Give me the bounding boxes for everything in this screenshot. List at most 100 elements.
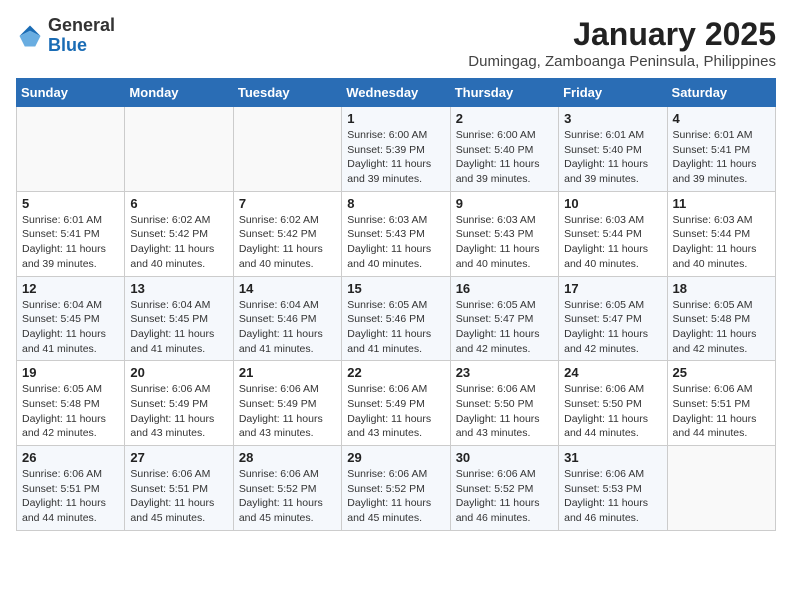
calendar-cell: 18 Sunrise: 6:05 AMSunset: 5:48 PMDayligh… xyxy=(667,276,775,361)
calendar-cell: 4 Sunrise: 6:01 AMSunset: 5:41 PMDaylight… xyxy=(667,107,775,192)
day-info: Sunrise: 6:04 AMSunset: 5:45 PMDaylight:… xyxy=(130,298,227,357)
calendar-cell: 2 Sunrise: 6:00 AMSunset: 5:40 PMDaylight… xyxy=(450,107,558,192)
calendar-cell: 14 Sunrise: 6:04 AMSunset: 5:46 PMDayligh… xyxy=(233,276,341,361)
weekday-header-row: SundayMondayTuesdayWednesdayThursdayFrid… xyxy=(17,79,776,107)
calendar-cell: 9Sunrise: 6:03 AMSunset: 5:43 PMDaylight… xyxy=(450,191,558,276)
calendar-subtitle: Dumingag, Zamboanga Peninsula, Philippin… xyxy=(468,53,776,70)
calendar-cell: 29Sunrise: 6:06 AMSunset: 5:52 PMDayligh… xyxy=(342,446,450,531)
day-number: 18 xyxy=(673,281,770,296)
calendar-cell: 3Sunrise: 6:01 AMSunset: 5:40 PMDaylight… xyxy=(559,107,667,192)
day-info: Sunrise: 6:06 AMSunset: 5:53 PMDaylight:… xyxy=(564,467,661,526)
day-info: Sunrise: 6:05 AMSunset: 5:48 PMDaylight:… xyxy=(673,298,770,357)
calendar-cell xyxy=(233,107,341,192)
weekday-wednesday: Wednesday xyxy=(342,79,450,107)
calendar-cell: 31 Sunrise: 6:06 AMSunset: 5:53 PMDayligh… xyxy=(559,446,667,531)
day-info: Sunrise: 6:03 AMSunset: 5:44 PMDaylight:… xyxy=(673,213,770,272)
calendar-cell: 16Sunrise: 6:05 AMSunset: 5:47 PMDayligh… xyxy=(450,276,558,361)
logo: General Blue xyxy=(16,16,115,56)
day-number: 13 xyxy=(130,281,227,296)
day-info: Sunrise: 6:06 AMSunset: 5:49 PMDaylight:… xyxy=(239,382,336,441)
day-number: 6 xyxy=(130,196,227,211)
week-row-4: 19Sunrise: 6:05 AMSunset: 5:48 PMDayligh… xyxy=(17,361,776,446)
day-number: 17 xyxy=(564,281,661,296)
weekday-sunday: Sunday xyxy=(17,79,125,107)
calendar-cell: 12 Sunrise: 6:04 AMSunset: 5:45 PMDayligh… xyxy=(17,276,125,361)
week-row-1: 1Sunrise: 6:00 AMSunset: 5:39 PMDaylight… xyxy=(17,107,776,192)
calendar-cell: 28 Sunrise: 6:06 AMSunset: 5:52 PMDayligh… xyxy=(233,446,341,531)
calendar-cell: 22 Sunrise: 6:06 AMSunset: 5:49 PMDayligh… xyxy=(342,361,450,446)
week-row-2: 5 Sunrise: 6:01 AMSunset: 5:41 PMDaylight… xyxy=(17,191,776,276)
day-info: Sunrise: 6:06 AMSunset: 5:52 PMDaylight:… xyxy=(347,467,444,526)
day-number: 12 xyxy=(22,281,119,296)
calendar-cell: 1Sunrise: 6:00 AMSunset: 5:39 PMDaylight… xyxy=(342,107,450,192)
day-number: 14 xyxy=(239,281,336,296)
day-number: 28 xyxy=(239,450,336,465)
day-info: Sunrise: 6:01 AMSunset: 5:40 PMDaylight:… xyxy=(564,128,661,187)
day-number: 2 xyxy=(456,111,553,126)
calendar-cell: 30 Sunrise: 6:06 AMSunset: 5:52 PMDayligh… xyxy=(450,446,558,531)
day-info: Sunrise: 6:01 AMSunset: 5:41 PMDaylight:… xyxy=(673,128,770,187)
week-row-5: 26Sunrise: 6:06 AMSunset: 5:51 PMDayligh… xyxy=(17,446,776,531)
day-info: Sunrise: 6:03 AMSunset: 5:44 PMDaylight:… xyxy=(564,213,661,272)
calendar-cell: 23 Sunrise: 6:06 AMSunset: 5:50 PMDayligh… xyxy=(450,361,558,446)
day-info: Sunrise: 6:01 AMSunset: 5:41 PMDaylight:… xyxy=(22,213,119,272)
day-info: Sunrise: 6:02 AMSunset: 5:42 PMDaylight:… xyxy=(239,213,336,272)
day-info: Sunrise: 6:06 AMSunset: 5:50 PMDaylight:… xyxy=(456,382,553,441)
weekday-saturday: Saturday xyxy=(667,79,775,107)
page-header: General Blue January 2025 Dumingag, Zamb… xyxy=(16,16,776,70)
day-info: Sunrise: 6:00 AMSunset: 5:40 PMDaylight:… xyxy=(456,128,553,187)
logo-text: General Blue xyxy=(48,16,115,56)
calendar-cell: 19Sunrise: 6:05 AMSunset: 5:48 PMDayligh… xyxy=(17,361,125,446)
title-block: January 2025 Dumingag, Zamboanga Peninsu… xyxy=(468,16,776,70)
logo-blue: Blue xyxy=(48,36,115,56)
day-info: Sunrise: 6:06 AMSunset: 5:50 PMDaylight:… xyxy=(564,382,661,441)
day-number: 1 xyxy=(347,111,444,126)
calendar-cell: 10 Sunrise: 6:03 AMSunset: 5:44 PMDayligh… xyxy=(559,191,667,276)
day-info: Sunrise: 6:06 AMSunset: 5:52 PMDaylight:… xyxy=(456,467,553,526)
weekday-friday: Friday xyxy=(559,79,667,107)
logo-general: General xyxy=(48,16,115,36)
calendar-cell: 5 Sunrise: 6:01 AMSunset: 5:41 PMDaylight… xyxy=(17,191,125,276)
day-number: 19 xyxy=(22,365,119,380)
calendar-cell: 13 Sunrise: 6:04 AMSunset: 5:45 PMDayligh… xyxy=(125,276,233,361)
day-info: Sunrise: 6:06 AMSunset: 5:52 PMDaylight:… xyxy=(239,467,336,526)
calendar-title: January 2025 xyxy=(468,16,776,53)
calendar-cell: 8Sunrise: 6:03 AMSunset: 5:43 PMDaylight… xyxy=(342,191,450,276)
day-info: Sunrise: 6:06 AMSunset: 5:49 PMDaylight:… xyxy=(347,382,444,441)
week-row-3: 12 Sunrise: 6:04 AMSunset: 5:45 PMDayligh… xyxy=(17,276,776,361)
calendar-cell: 7 Sunrise: 6:02 AMSunset: 5:42 PMDaylight… xyxy=(233,191,341,276)
day-number: 10 xyxy=(564,196,661,211)
weekday-thursday: Thursday xyxy=(450,79,558,107)
day-number: 15 xyxy=(347,281,444,296)
day-number: 26 xyxy=(22,450,119,465)
day-number: 30 xyxy=(456,450,553,465)
calendar-cell: 11Sunrise: 6:03 AMSunset: 5:44 PMDayligh… xyxy=(667,191,775,276)
day-info: Sunrise: 6:04 AMSunset: 5:46 PMDaylight:… xyxy=(239,298,336,357)
calendar-cell: 6Sunrise: 6:02 AMSunset: 5:42 PMDaylight… xyxy=(125,191,233,276)
day-number: 5 xyxy=(22,196,119,211)
calendar-table: SundayMondayTuesdayWednesdayThursdayFrid… xyxy=(16,78,776,531)
day-info: Sunrise: 6:04 AMSunset: 5:45 PMDaylight:… xyxy=(22,298,119,357)
day-number: 8 xyxy=(347,196,444,211)
calendar-cell: 26Sunrise: 6:06 AMSunset: 5:51 PMDayligh… xyxy=(17,446,125,531)
day-number: 23 xyxy=(456,365,553,380)
day-info: Sunrise: 6:06 AMSunset: 5:49 PMDaylight:… xyxy=(130,382,227,441)
day-info: Sunrise: 6:03 AMSunset: 5:43 PMDaylight:… xyxy=(456,213,553,272)
day-number: 25 xyxy=(673,365,770,380)
day-number: 22 xyxy=(347,365,444,380)
day-number: 24 xyxy=(564,365,661,380)
logo-icon xyxy=(16,22,44,50)
day-number: 16 xyxy=(456,281,553,296)
calendar-cell xyxy=(17,107,125,192)
calendar-cell: 21Sunrise: 6:06 AMSunset: 5:49 PMDayligh… xyxy=(233,361,341,446)
day-info: Sunrise: 6:06 AMSunset: 5:51 PMDaylight:… xyxy=(673,382,770,441)
day-number: 31 xyxy=(564,450,661,465)
day-number: 27 xyxy=(130,450,227,465)
calendar-cell: 25 Sunrise: 6:06 AMSunset: 5:51 PMDayligh… xyxy=(667,361,775,446)
day-number: 7 xyxy=(239,196,336,211)
day-info: Sunrise: 6:05 AMSunset: 5:46 PMDaylight:… xyxy=(347,298,444,357)
day-number: 4 xyxy=(673,111,770,126)
calendar-cell: 17Sunrise: 6:05 AMSunset: 5:47 PMDayligh… xyxy=(559,276,667,361)
calendar-cell xyxy=(667,446,775,531)
calendar-cell: 27Sunrise: 6:06 AMSunset: 5:51 PMDayligh… xyxy=(125,446,233,531)
